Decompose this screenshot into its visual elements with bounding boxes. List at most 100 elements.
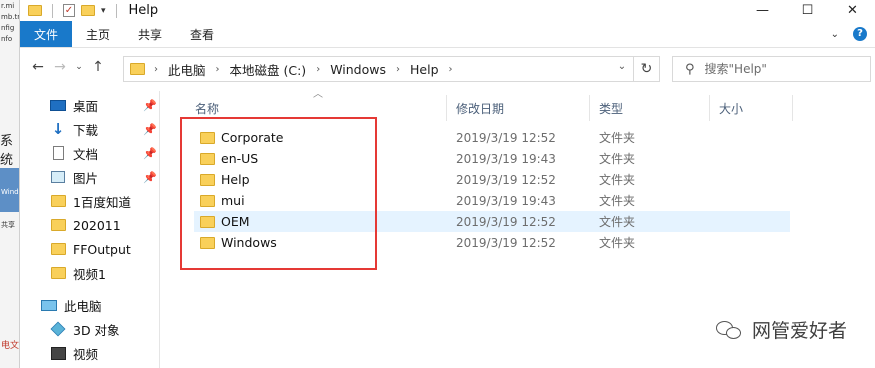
tab-view[interactable]: 查看 xyxy=(176,21,228,47)
refresh-icon[interactable]: ↻ xyxy=(633,57,659,81)
bg-fragment: 系统 xyxy=(0,134,14,168)
picture-icon xyxy=(51,171,65,183)
computer-icon xyxy=(41,299,57,311)
nav-item-this-pc[interactable]: 此电脑 xyxy=(41,293,102,317)
breadcrumb-this-pc[interactable]: 此电脑 xyxy=(168,60,206,79)
nav-item-downloads[interactable]: ↓ 下载 xyxy=(50,117,98,141)
address-bar[interactable]: › 此电脑 › 本地磁盘 (C:) › Windows › Help › ⌄ ↻ xyxy=(123,56,660,82)
chevron-right-icon[interactable]: › xyxy=(154,64,158,75)
maximize-button[interactable]: ☐ xyxy=(785,0,830,21)
tab-home[interactable]: 主页 xyxy=(72,21,124,47)
nav-item-desktop[interactable]: 桌面 xyxy=(50,93,98,117)
nav-item-pictures[interactable]: 图片 xyxy=(50,165,98,189)
window-title: Help xyxy=(128,3,159,18)
close-button[interactable]: ✕ xyxy=(830,0,875,21)
nav-item-3d-objects[interactable]: 3D 对象 xyxy=(50,317,120,341)
back-arrow-icon[interactable]: ← xyxy=(27,59,49,75)
file-modified: 2019/3/19 12:52 xyxy=(456,172,556,187)
chevron-right-icon[interactable]: › xyxy=(396,64,400,75)
file-modified: 2019/3/19 19:43 xyxy=(456,151,556,166)
column-divider[interactable] xyxy=(792,95,793,121)
divider xyxy=(115,3,117,18)
chevron-right-icon[interactable]: › xyxy=(316,64,320,75)
customize-toolbar-icon[interactable]: ▾ xyxy=(101,6,106,16)
recent-locations-icon[interactable]: ⌄ xyxy=(71,62,87,72)
column-divider[interactable] xyxy=(589,95,590,121)
file-modified: 2019/3/19 12:52 xyxy=(456,130,556,145)
chevron-down-icon[interactable]: ⌄ xyxy=(615,61,629,72)
nav-item-label: 此电脑 xyxy=(64,298,102,314)
pin-icon[interactable]: 📌 xyxy=(143,123,157,136)
desktop-icon xyxy=(50,99,66,111)
nav-item-videos[interactable]: 视频 xyxy=(50,341,98,365)
minimize-button[interactable]: — xyxy=(740,0,785,21)
video-icon xyxy=(50,346,66,360)
bg-fragment: 电文 xyxy=(1,341,20,351)
search-icon: ⚲ xyxy=(685,61,695,77)
tab-file[interactable]: 文件 xyxy=(20,21,73,47)
highlight-box xyxy=(180,117,377,270)
column-header-size[interactable]: 大小 xyxy=(719,95,743,121)
quick-access-toolbar: ✓ ▾ xyxy=(20,3,121,18)
properties-icon[interactable]: ✓ xyxy=(63,4,75,17)
3d-objects-icon xyxy=(50,321,66,337)
tab-share[interactable]: 共享 xyxy=(124,21,176,47)
background-window-edge: r.mi mb.tm nfig nfo 系统 Windo 共享 电文 xyxy=(0,0,20,368)
breadcrumb-help[interactable]: Help xyxy=(410,62,439,77)
column-header-type[interactable]: 类型 xyxy=(599,95,623,121)
nav-item-label: 视频 xyxy=(73,346,99,362)
nav-item-label: 3D 对象 xyxy=(73,322,120,338)
new-folder-icon[interactable] xyxy=(81,5,95,16)
nav-item-label: FFOutput xyxy=(73,241,131,257)
breadcrumb-windows[interactable]: Windows xyxy=(330,62,386,77)
folder-icon xyxy=(50,267,66,279)
expand-ribbon-icon[interactable]: ⌄ xyxy=(831,29,839,40)
breadcrumb-local-disk[interactable]: 本地磁盘 (C:) xyxy=(230,60,307,79)
ribbon-tabs: 文件 主页 共享 查看 ⌄ ? xyxy=(20,21,875,48)
nav-item-label: 图片 xyxy=(73,170,99,186)
column-divider[interactable] xyxy=(446,95,447,121)
folder-icon xyxy=(50,195,66,207)
nav-item-folder[interactable]: 202011 xyxy=(50,213,121,237)
file-modified: 2019/3/19 12:52 xyxy=(456,235,556,250)
bg-fragment: mb.tm xyxy=(1,13,19,21)
column-divider[interactable] xyxy=(709,95,710,121)
nav-item-folder[interactable]: 视频1 xyxy=(50,261,106,285)
nav-item-label: 文档 xyxy=(73,146,99,162)
nav-item-label: 桌面 xyxy=(73,98,99,114)
bg-fragment: Windo xyxy=(1,188,19,196)
up-arrow-icon[interactable]: ↑ xyxy=(87,59,109,75)
file-type: 文件夹 xyxy=(599,131,636,145)
nav-item-label: 1百度知道 xyxy=(73,194,131,210)
file-type: 文件夹 xyxy=(599,194,636,208)
bg-fragment: r.mi xyxy=(1,2,15,10)
folder-icon xyxy=(28,5,42,16)
folder-icon xyxy=(50,219,66,231)
file-type: 文件夹 xyxy=(599,173,636,187)
watermark-text: 网管爱好者 xyxy=(751,320,847,342)
help-icon[interactable]: ? xyxy=(853,27,867,41)
document-icon xyxy=(52,146,64,160)
file-type: 文件夹 xyxy=(599,215,636,229)
chevron-right-icon[interactable]: › xyxy=(449,64,453,75)
file-type: 文件夹 xyxy=(599,152,636,166)
chevron-right-icon[interactable]: › xyxy=(216,64,220,75)
pin-icon[interactable]: 📌 xyxy=(143,147,157,160)
search-input[interactable] xyxy=(704,62,855,76)
sort-ascending-icon: ︿ xyxy=(313,89,323,100)
divider xyxy=(52,3,53,18)
nav-item-label: 下载 xyxy=(73,122,99,138)
nav-item-folder[interactable]: 1百度知道 xyxy=(50,189,131,213)
file-modified: 2019/3/19 12:52 xyxy=(456,214,556,229)
download-icon: ↓ xyxy=(51,120,65,138)
pin-icon[interactable]: 📌 xyxy=(143,99,157,112)
bg-fragment: nfo xyxy=(1,35,13,43)
nav-item-documents[interactable]: 文档 xyxy=(50,141,98,165)
pin-icon[interactable]: 📌 xyxy=(143,171,157,184)
column-header-modified[interactable]: 修改日期 xyxy=(456,95,504,121)
folder-icon xyxy=(50,243,66,255)
file-explorer-window: ✓ ▾ Help — ☐ ✕ 文件 主页 共享 查看 ⌄ ? ← → ⌄ ↑ ›… xyxy=(20,0,875,368)
forward-arrow-icon[interactable]: → xyxy=(49,59,71,75)
nav-item-folder[interactable]: FFOutput xyxy=(50,237,131,261)
search-box[interactable]: ⚲ xyxy=(672,56,871,82)
